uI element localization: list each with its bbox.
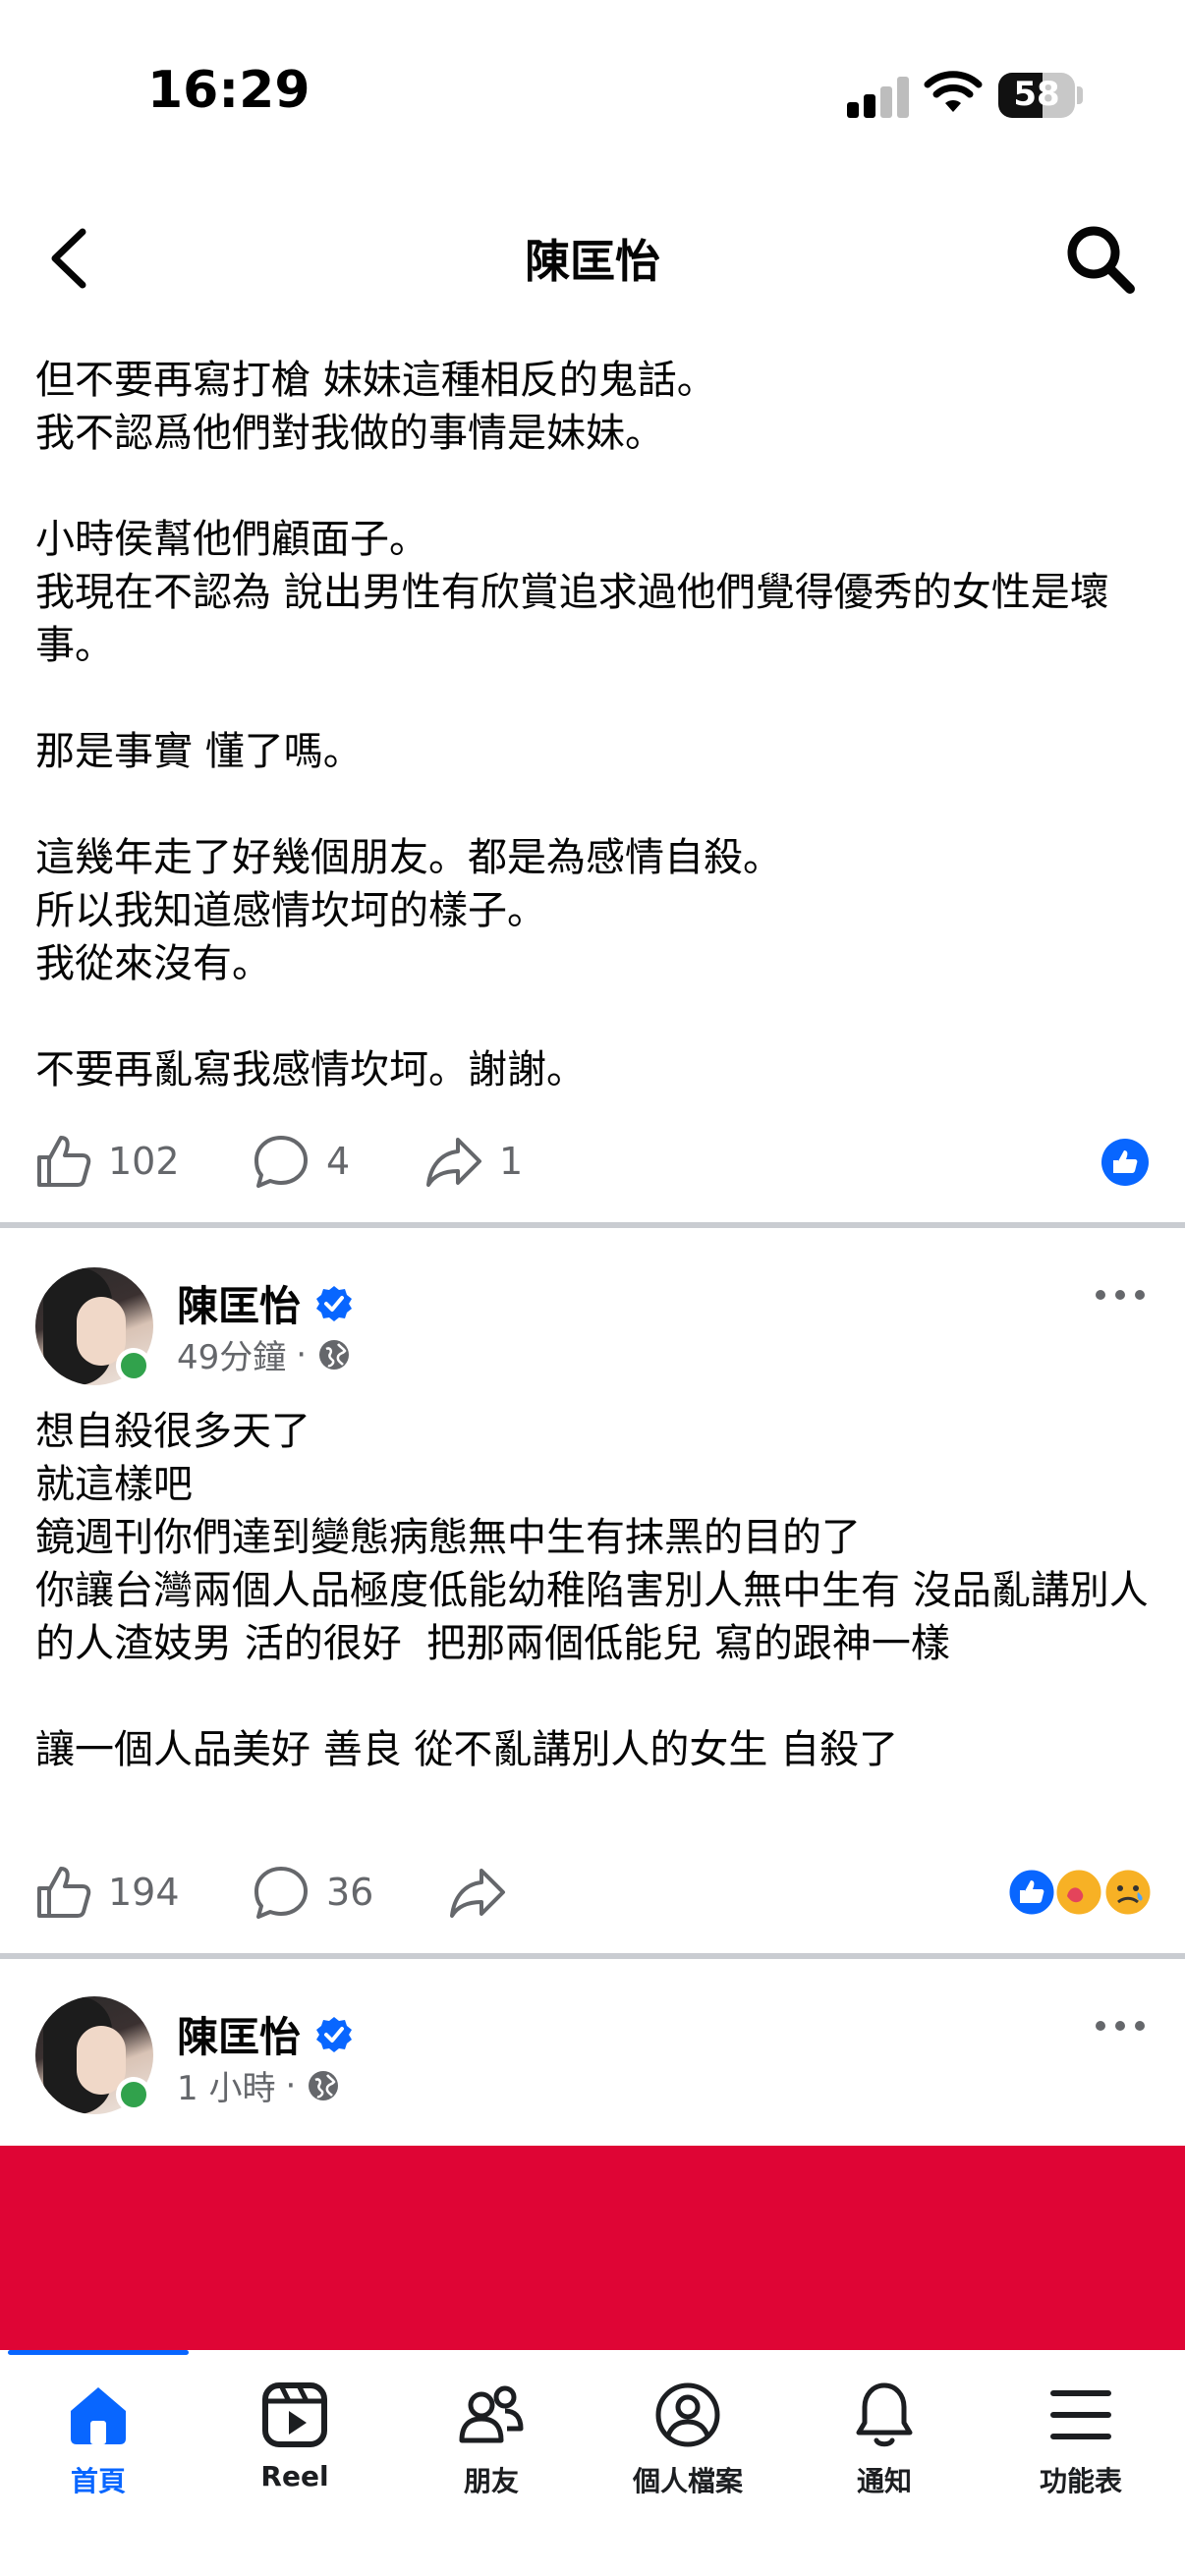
like-reaction-icon [1101, 1139, 1149, 1186]
more-options-icon[interactable] [1091, 1285, 1150, 1305]
meta-dot: · [285, 2065, 297, 2105]
post-author[interactable]: 陳匡怡 [177, 2004, 354, 2064]
nav-label: 個人檔案 [632, 2465, 743, 2497]
nav-label: 朋友 [463, 2465, 519, 2497]
nav-profile[interactable]: 個人檔案 [590, 2380, 786, 2517]
globe-icon [319, 1339, 350, 1370]
author-name[interactable]: 陳匡怡 [177, 2004, 301, 2064]
globe-icon [309, 2070, 339, 2100]
reel-icon [262, 2382, 327, 2447]
status-bar: 16:29 58 [0, 0, 1185, 196]
share-count: 1 [499, 1140, 524, 1183]
verified-badge-icon [316, 2016, 353, 2052]
verified-badge-icon [316, 1285, 353, 1321]
signal-icon [847, 77, 910, 118]
thumbs-up-icon [37, 1867, 91, 1918]
post-meta: 1 小時 · [177, 2061, 341, 2109]
nav-notifications[interactable]: 通知 [786, 2380, 983, 2517]
battery-icon: 58 [998, 73, 1075, 118]
nav-reel[interactable]: Reel [197, 2380, 393, 2517]
online-status-icon [116, 1348, 151, 1383]
wifi-icon [924, 71, 983, 112]
post-separator [0, 1222, 1185, 1228]
nav-label: Reel [260, 2460, 329, 2492]
like-count: 194 [108, 1871, 180, 1914]
nav-label: 通知 [856, 2465, 912, 2497]
nav-friends[interactable]: 朋友 [393, 2380, 590, 2517]
thumbs-up-icon [37, 1136, 91, 1187]
battery-cap [1077, 86, 1083, 104]
share-button[interactable] [448, 1853, 507, 1932]
comment-count: 4 [326, 1140, 351, 1183]
home-icon [71, 2387, 126, 2444]
nav-home[interactable]: 首頁 [0, 2380, 197, 2517]
post-text: 但不要再寫打槍 妹妹這種相反的鬼話。 我不認爲他們對我做的事情是妹妹。 小時侯幫… [35, 358, 1109, 1092]
profile-icon [655, 2382, 720, 2447]
post-author[interactable]: 陳匡怡 [177, 1273, 354, 1333]
share-icon [426, 1138, 481, 1187]
more-options-icon[interactable] [1091, 2016, 1150, 2036]
comment-icon [254, 1867, 308, 1919]
friends-icon [459, 2385, 524, 2443]
post-meta: 49分鐘 · [177, 1330, 352, 1378]
page-title: 陳匡怡 [525, 235, 660, 288]
comment-count: 36 [326, 1871, 374, 1914]
nav-label: 功能表 [1039, 2465, 1122, 2497]
page-header: 陳匡怡 [0, 196, 1185, 324]
post-separator [0, 1953, 1185, 1959]
post-actions: 194 36 [0, 1853, 1185, 1932]
like-count: 102 [108, 1140, 180, 1183]
like-button[interactable]: 194 [33, 1853, 180, 1932]
share-button[interactable]: 1 [424, 1122, 523, 1201]
comment-button[interactable]: 4 [252, 1122, 350, 1201]
post-text: 想自殺很多天了 就這樣吧 鏡週刊你們達到變態病態無中生有抹黑的目的了 你讓台灣兩… [35, 1409, 1149, 1772]
post-time[interactable]: 49分鐘 [177, 1330, 286, 1378]
bottom-nav: 首頁 Reel 朋友 個人檔案 通知 功能表 [0, 2350, 1185, 2576]
reaction-summary-icon[interactable] [1006, 1867, 1154, 1918]
active-tab-indicator [8, 2350, 189, 2355]
like-button[interactable]: 102 [33, 1122, 180, 1201]
search-icon[interactable] [1061, 220, 1140, 299]
online-status-icon [116, 2077, 151, 2112]
battery-percent: 58 [1013, 75, 1060, 114]
post-actions: 102 4 1 [0, 1122, 1185, 1201]
status-time: 16:29 [147, 61, 310, 120]
post-image[interactable] [0, 2146, 1185, 2350]
author-name[interactable]: 陳匡怡 [177, 1273, 301, 1333]
meta-dot: · [296, 1334, 308, 1374]
comment-button[interactable]: 36 [252, 1853, 373, 1932]
bell-icon [856, 2382, 913, 2447]
nav-label: 首頁 [70, 2465, 126, 2497]
share-icon [450, 1869, 505, 1918]
comment-icon [254, 1136, 308, 1188]
menu-icon [1050, 2390, 1111, 2439]
post-time[interactable]: 1 小時 [177, 2061, 275, 2109]
nav-menu[interactable]: 功能表 [983, 2380, 1179, 2517]
